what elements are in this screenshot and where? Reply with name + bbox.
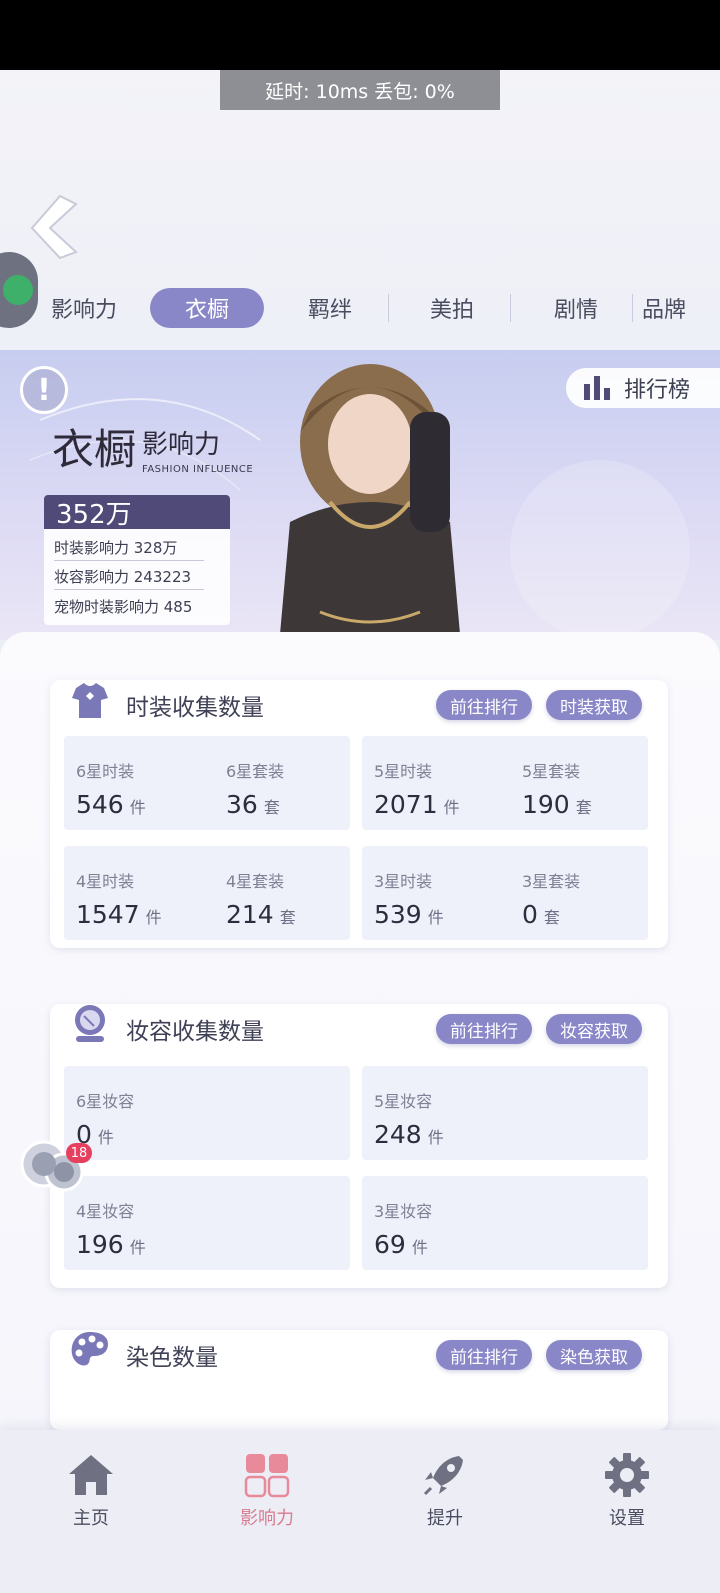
dye-get-button[interactable]: 染色获取 xyxy=(546,1340,642,1370)
stat-3star-fashion: 3星时装 539 件 xyxy=(374,872,444,929)
stat-4star-set: 4星套装 214 套 xyxy=(226,872,296,929)
nav-influence[interactable]: 影响力 xyxy=(212,1452,322,1530)
makeup-influence-line: 妆容影响力 243223 xyxy=(54,568,192,586)
character-portrait xyxy=(280,364,460,634)
bar-chart-icon xyxy=(584,376,610,400)
dye-card-title: 染色数量 xyxy=(126,1345,218,1371)
stat-5star-fashion: 5星时装 2071 件 xyxy=(374,762,460,819)
makeup-rank-button[interactable]: 前往排行 xyxy=(436,1014,532,1044)
home-icon xyxy=(69,1455,113,1495)
makeup-card-title: 妆容收集数量 xyxy=(126,1019,264,1045)
leaderboard-label: 排行榜 xyxy=(624,378,691,403)
dye-rank-button[interactable]: 前往排行 xyxy=(436,1340,532,1370)
mirror-icon xyxy=(75,1005,105,1042)
makeup-get-button[interactable]: 妆容获取 xyxy=(546,1014,642,1044)
fashion-collection-card: 时装收集数量 前往排行 时装获取 6星时装 546 件 6星套装 36 套 5星时装 20… xyxy=(50,680,668,948)
gear-icon xyxy=(605,1453,649,1497)
stat-4star-makeup: 4星妆容 196 件 xyxy=(76,1202,146,1259)
stat-5star-set: 5星套装 190 套 xyxy=(522,762,592,819)
stat-3star-set: 3星套装 0 套 xyxy=(522,872,581,929)
tab-influence[interactable]: 影响力 xyxy=(40,288,128,328)
banner-title-en: FASHION INFLUENCE xyxy=(142,464,254,475)
category-tabs: 影响力 衣橱 羁绊 美拍 剧情 品牌 xyxy=(0,288,720,338)
notification-badge: 18 xyxy=(66,1143,92,1163)
leaderboard-button[interactable]: 排行榜 xyxy=(566,368,720,408)
stat-3star-makeup: 3星妆容 69 件 xyxy=(374,1202,433,1259)
banner-title-sub: 影响力 xyxy=(142,430,221,460)
nav-influence-label: 影响力 xyxy=(240,1508,294,1529)
top-black-bar xyxy=(0,0,720,70)
back-chevron-icon xyxy=(30,194,78,260)
grid-icon xyxy=(244,1454,290,1498)
fashion-card-title: 时装收集数量 xyxy=(126,695,264,721)
makeup-collection-card: 妆容收集数量 前往排行 妆容获取 6星妆容 0 件 5星妆容 248 件 4星妆容 196… xyxy=(50,1004,668,1288)
tab-bond[interactable]: 羁绊 xyxy=(280,288,380,328)
rocket-icon xyxy=(423,1456,463,1496)
network-status: 延时: 10ms 丢包: 0% xyxy=(220,70,500,110)
tab-brand[interactable]: 品牌 xyxy=(642,288,720,328)
fashion-get-button[interactable]: 时装获取 xyxy=(546,690,642,720)
pet-influence-line: 宠物时装影响力 485 xyxy=(54,598,193,616)
banner-title-main: 衣橱 xyxy=(52,425,137,474)
influence-total: 352万 xyxy=(44,495,230,530)
nav-home-label: 主页 xyxy=(73,1508,109,1529)
stat-4star-fashion: 4星时装 1547 件 xyxy=(76,872,162,929)
fashion-influence-line: 时装影响力 328万 xyxy=(54,539,178,557)
back-button[interactable] xyxy=(30,192,100,262)
tab-photo[interactable]: 美拍 xyxy=(402,288,502,328)
nav-settings-label: 设置 xyxy=(609,1508,645,1529)
warning-icon[interactable]: ! xyxy=(20,366,68,414)
nav-home[interactable]: 主页 xyxy=(36,1452,146,1530)
nav-settings[interactable]: 设置 xyxy=(572,1452,682,1530)
dye-collection-card: 染色数量 前往排行 染色获取 xyxy=(50,1330,668,1430)
stat-6star-set: 6星套装 36 套 xyxy=(226,762,285,819)
fashion-rank-button[interactable]: 前往排行 xyxy=(436,690,532,720)
tshirt-icon xyxy=(72,683,108,718)
nav-upgrade[interactable]: 提升 xyxy=(390,1452,500,1530)
stat-6star-fashion: 6星时装 546 件 xyxy=(76,762,146,819)
palette-icon xyxy=(71,1332,108,1366)
stat-5star-makeup: 5星妆容 248 件 xyxy=(374,1092,444,1149)
tab-wardrobe[interactable]: 衣橱 xyxy=(150,288,264,328)
tab-story[interactable]: 剧情 xyxy=(526,288,626,328)
nav-upgrade-label: 提升 xyxy=(427,1508,463,1529)
